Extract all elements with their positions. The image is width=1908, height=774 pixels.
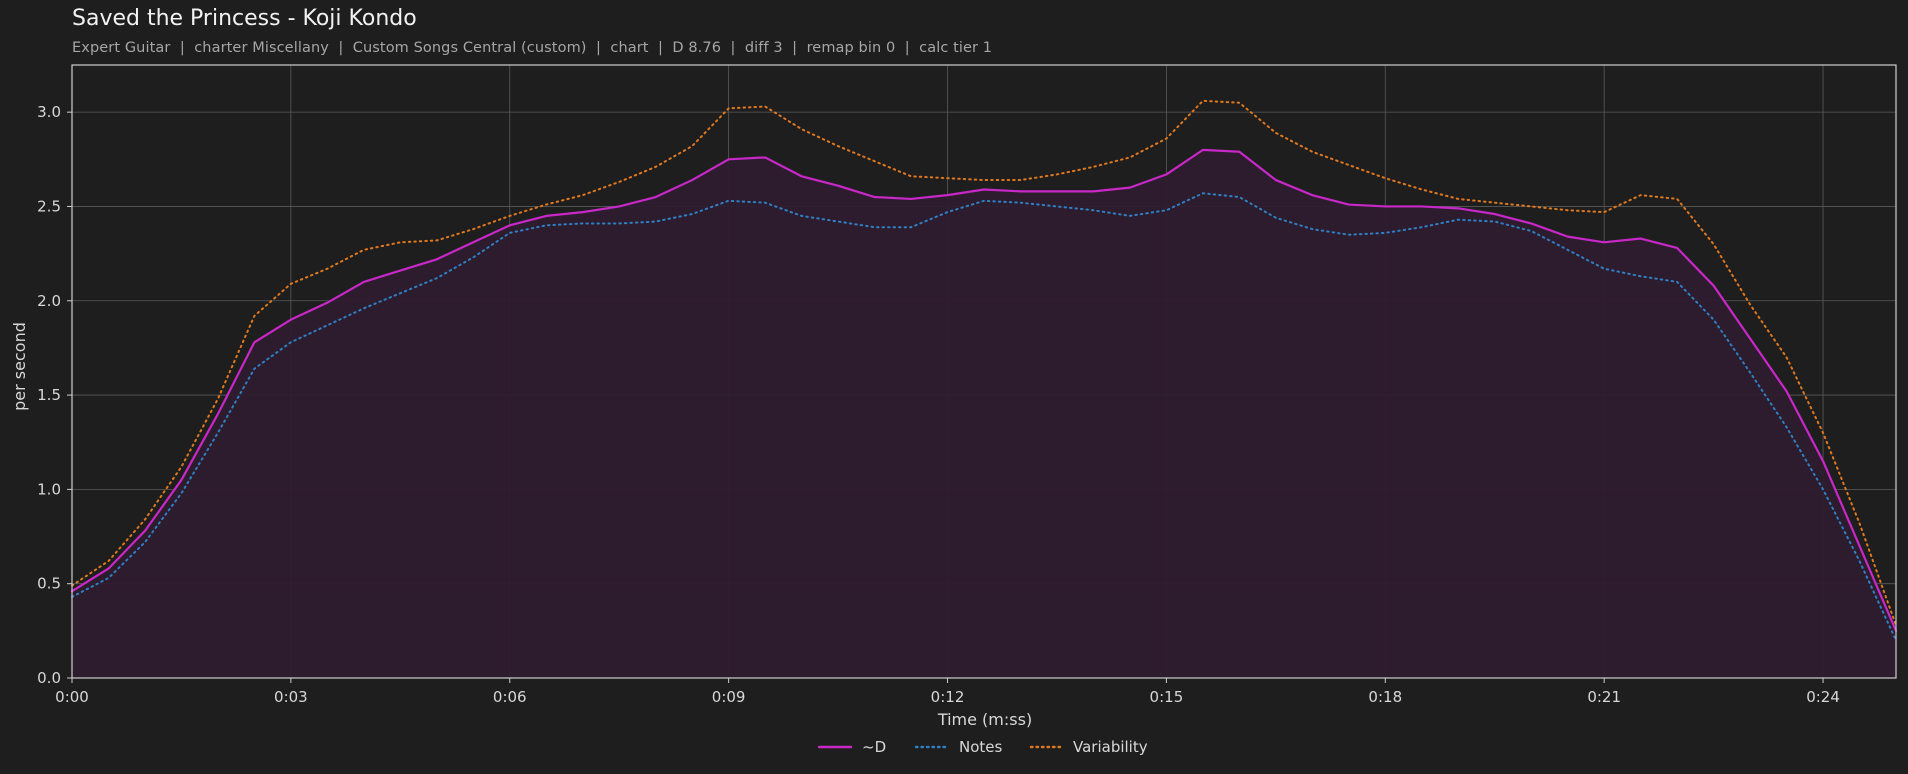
y-tick-label: 1.5 — [37, 386, 61, 404]
x-tick-label: 0:06 — [493, 688, 527, 706]
legend-label-variability: Variability — [1073, 738, 1148, 756]
x-tick-label: 0:09 — [712, 688, 746, 706]
y-tick-label: 2.5 — [37, 197, 61, 215]
y-tick-label: 0.0 — [37, 669, 61, 687]
legend: ~D Notes Variability — [817, 738, 1148, 756]
line-chart: 0:00 0:03 0:06 0:09 0:12 0:15 0:18 0:21 0:24 0.0 0… — [10, 64, 1898, 756]
area-fill-layer — [72, 149, 1896, 678]
y-axis-label: per second — [10, 322, 29, 411]
x-tick-label: 0:03 — [274, 688, 308, 706]
x-tick-label: 0:18 — [1368, 688, 1402, 706]
legend-label-notes: Notes — [959, 738, 1003, 756]
x-axis-label: Time (m:ss) — [937, 710, 1032, 729]
d-area-fill — [72, 149, 1896, 678]
x-tick-label: 0:21 — [1587, 688, 1621, 706]
y-tick-label: 0.5 — [37, 575, 61, 593]
x-tick-label: 0:24 — [1806, 688, 1840, 706]
y-tick-label: 2.0 — [37, 292, 61, 310]
x-tick-label: 0:00 — [55, 688, 89, 706]
x-tick-label: 0:15 — [1150, 688, 1184, 706]
legend-label-d: ~D — [862, 738, 886, 756]
x-tick-label: 0:12 — [931, 688, 965, 706]
y-tick-label: 3.0 — [37, 103, 61, 121]
y-tick-label: 1.0 — [37, 480, 61, 498]
